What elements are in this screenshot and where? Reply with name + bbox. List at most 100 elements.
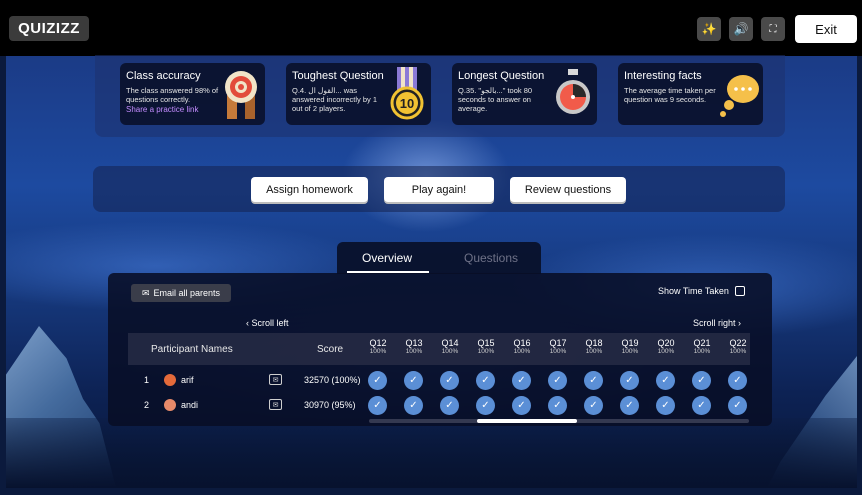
correct-answer-icon[interactable]: ✓: [512, 396, 531, 415]
question-accuracy: 100%: [621, 348, 639, 355]
correct-answer-icon[interactable]: ✓: [692, 396, 711, 415]
correct-answer-icon[interactable]: ✓: [728, 371, 747, 390]
question-column-q21[interactable]: Q21 100%: [690, 338, 714, 355]
correct-answer-icon[interactable]: ✓: [620, 396, 639, 415]
correct-answer-icon[interactable]: ✓: [620, 371, 639, 390]
tab-questions[interactable]: Questions: [464, 251, 518, 265]
row-rank: 1: [144, 375, 150, 385]
question-column-q13[interactable]: Q13 100%: [402, 338, 426, 355]
correct-answer-icon[interactable]: ✓: [584, 396, 603, 415]
fullscreen-icon: ⛶: [769, 23, 777, 35]
correct-answer-icon[interactable]: ✓: [656, 396, 675, 415]
report-tabs: Overview Questions: [337, 242, 541, 274]
participant-name[interactable]: arif: [181, 375, 194, 385]
question-column-q14[interactable]: Q14 100%: [438, 338, 462, 355]
correct-answer-icon[interactable]: ✓: [404, 396, 423, 415]
fullscreen-button[interactable]: ⛶: [761, 17, 785, 41]
correct-answer-icon[interactable]: ✓: [476, 371, 495, 390]
question-accuracy: 100%: [369, 348, 387, 355]
col-score: Score: [317, 344, 344, 355]
email-all-label: Email all parents: [153, 288, 221, 298]
question-column-q15[interactable]: Q15 100%: [474, 338, 498, 355]
mail-icon: ✉: [141, 287, 150, 298]
card-text: The average time taken per question was …: [624, 86, 716, 104]
magic-wand-icon: ✨: [701, 22, 717, 36]
card-longest-question: Longest Question Q.35. "بالجو..." took 8…: [452, 63, 597, 125]
question-label: Q18: [585, 338, 603, 348]
question-column-q19[interactable]: Q19 100%: [618, 338, 642, 355]
question-label: Q22: [729, 338, 747, 348]
question-accuracy: 100%: [585, 348, 603, 355]
correct-answer-icon[interactable]: ✓: [440, 396, 459, 415]
question-label: Q21: [693, 338, 711, 348]
correct-answer-icon[interactable]: ✓: [548, 396, 567, 415]
question-label: Q17: [549, 338, 567, 348]
question-accuracy: 100%: [441, 348, 459, 355]
mail-icon[interactable]: ✉: [269, 399, 282, 410]
question-label: Q20: [657, 338, 675, 348]
volume-icon: 🔊: [733, 22, 749, 36]
show-time-checkbox[interactable]: [734, 286, 745, 296]
card-toughest-question: Toughest Question Q.4. القول ال... was a…: [286, 63, 431, 125]
scroll-right-button[interactable]: Scroll right ›: [693, 318, 741, 328]
question-column-q12[interactable]: Q12 100%: [366, 338, 390, 355]
review-questions-button[interactable]: Review questions: [510, 177, 626, 202]
question-column-q18[interactable]: Q18 100%: [582, 338, 606, 355]
volume-button[interactable]: 🔊: [729, 17, 753, 41]
question-column-q20[interactable]: Q20 100%: [654, 338, 678, 355]
correct-answer-icon[interactable]: ✓: [692, 371, 711, 390]
col-participant-names: Participant Names: [151, 344, 233, 355]
chevron-right-icon: ›: [735, 318, 742, 328]
correct-answer-icon[interactable]: ✓: [404, 371, 423, 390]
participant-name[interactable]: andi: [181, 400, 198, 410]
question-label: Q12: [369, 338, 387, 348]
table-row[interactable]: 1 arif ✉ 32570 (100%) ✓ ✓ ✓ ✓ ✓ ✓ ✓ ✓ ✓ ✓ ✓: [128, 369, 750, 393]
correct-answer-icon[interactable]: ✓: [512, 371, 531, 390]
question-label: Q19: [621, 338, 639, 348]
mail-icon[interactable]: ✉: [269, 374, 282, 385]
stopwatch-icon: [556, 69, 590, 114]
correct-answer-icon[interactable]: ✓: [548, 371, 567, 390]
share-practice-link[interactable]: Share a practice link: [126, 105, 222, 114]
assign-homework-button[interactable]: Assign homework: [251, 177, 368, 202]
correct-answer-icon[interactable]: ✓: [440, 371, 459, 390]
magic-wand-button[interactable]: ✨: [697, 17, 721, 41]
tab-overview[interactable]: Overview: [362, 251, 412, 265]
speech-bubble-icon: [720, 75, 759, 117]
scroll-left-button[interactable]: ‹ Scroll left: [246, 318, 289, 328]
correct-answer-icon[interactable]: ✓: [656, 371, 675, 390]
play-again-button[interactable]: Play again!: [384, 177, 494, 202]
question-accuracy: 100%: [657, 348, 675, 355]
question-column-q22[interactable]: Q22 100%: [726, 338, 750, 355]
table-row[interactable]: 2 andi ✉ 30970 (95%) ✓ ✓ ✓ ✓ ✓ ✓ ✓ ✓ ✓ ✓ ✓: [128, 394, 750, 418]
show-time-taken-toggle[interactable]: Show Time Taken: [658, 286, 745, 296]
correct-answer-icon[interactable]: ✓: [584, 371, 603, 390]
water-surface: [6, 418, 857, 488]
card-text: The class answered 98% of questions corr…: [126, 86, 222, 114]
exit-button[interactable]: Exit: [795, 15, 857, 43]
ten-medal-icon: 10: [390, 67, 424, 120]
show-time-label: Show Time Taken: [658, 286, 729, 296]
question-label: Q15: [477, 338, 495, 348]
question-label: Q14: [441, 338, 459, 348]
correct-answer-icon[interactable]: ✓: [476, 396, 495, 415]
question-column-q16[interactable]: Q16 100%: [510, 338, 534, 355]
card-interesting-facts: Interesting facts The average time taken…: [618, 63, 763, 125]
email-all-parents-button[interactable]: ✉ Email all parents: [131, 284, 231, 302]
card-text: Q.35. "بالجو..." took 80 seconds to answ…: [458, 86, 533, 113]
correct-answer-icon[interactable]: ✓: [728, 396, 747, 415]
question-column-q17[interactable]: Q17 100%: [546, 338, 570, 355]
horizontal-scrollbar-thumb[interactable]: [477, 419, 577, 423]
question-accuracy: 100%: [729, 348, 747, 355]
question-accuracy: 100%: [405, 348, 423, 355]
correct-answer-icon[interactable]: ✓: [368, 371, 387, 390]
question-label: Q16: [513, 338, 531, 348]
question-accuracy: 100%: [513, 348, 531, 355]
question-accuracy: 100%: [693, 348, 711, 355]
question-accuracy: 100%: [549, 348, 567, 355]
participant-score: 32570 (100%): [304, 375, 361, 385]
correct-answer-icon[interactable]: ✓: [368, 396, 387, 415]
question-accuracy: 100%: [477, 348, 495, 355]
participant-score: 30970 (95%): [304, 400, 356, 410]
card-class-accuracy: Class accuracy The class answered 98% of…: [120, 63, 265, 125]
